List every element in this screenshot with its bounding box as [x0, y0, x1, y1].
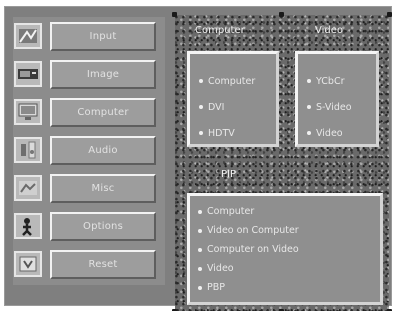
option-label: S-Video — [316, 101, 352, 113]
option-label: Video — [207, 263, 234, 274]
source-option-s-video[interactable]: S-Video — [307, 94, 376, 120]
source-option-video[interactable]: Video — [307, 120, 376, 146]
corner-marker — [279, 12, 284, 17]
bullet-icon — [307, 79, 311, 83]
image-button[interactable]: Image — [50, 59, 156, 89]
computer-source-box: Computer DVI HDTV — [187, 51, 279, 147]
video-heading: Video — [315, 25, 344, 36]
menu-item-audio[interactable]: Audio — [13, 133, 165, 167]
pip-option-pbp[interactable]: PBP — [198, 278, 380, 297]
pip-heading: PIP — [221, 169, 237, 180]
menu-item-reset[interactable]: Reset — [13, 247, 165, 281]
option-label: DVI — [208, 101, 225, 113]
menu-item-options[interactable]: Options — [13, 209, 165, 243]
osd-window: Input Image Computer Audio Misc Options … — [4, 6, 392, 311]
bullet-icon — [199, 131, 203, 135]
source-option-ycbcr[interactable]: YCbCr — [307, 68, 376, 94]
bullet-icon — [307, 105, 311, 109]
option-label: Video on Computer — [207, 225, 299, 236]
bullet-icon — [198, 228, 202, 233]
video-source-box: YCbCr S-Video Video — [295, 51, 379, 147]
bullet-icon — [198, 209, 202, 214]
source-option-computer[interactable]: Computer — [199, 68, 276, 94]
misc-button[interactable]: Misc — [50, 173, 156, 203]
audio-button[interactable]: Audio — [50, 135, 156, 165]
menu-item-input[interactable]: Input — [13, 19, 165, 53]
bullet-icon — [198, 247, 202, 252]
computer-heading: Computer — [195, 25, 245, 36]
bullet-icon — [199, 79, 203, 83]
source-option-dvi[interactable]: DVI — [199, 94, 276, 120]
pip-option-computer-on-video[interactable]: Computer on Video — [198, 240, 380, 259]
pip-option-video-on-computer[interactable]: Video on Computer — [198, 221, 380, 240]
bullet-icon — [199, 105, 203, 109]
input-icon — [14, 23, 42, 49]
pip-box: Computer Video on Computer Computer on V… — [187, 193, 383, 305]
image-icon — [14, 61, 42, 87]
menu-item-misc[interactable]: Misc — [13, 171, 165, 205]
options-button[interactable]: Options — [50, 211, 156, 241]
pip-option-video[interactable]: Video — [198, 259, 380, 278]
option-label: Computer — [208, 75, 256, 87]
reset-icon — [14, 251, 42, 277]
computer-icon — [14, 99, 42, 125]
bullet-icon — [307, 131, 311, 135]
option-label: Video — [316, 127, 343, 139]
input-button[interactable]: Input — [50, 21, 156, 51]
option-label: Computer — [207, 206, 255, 217]
misc-icon — [14, 175, 42, 201]
bullet-icon — [198, 266, 202, 271]
option-label: PBP — [207, 282, 225, 293]
source-panel: Computer Computer DVI HDTV Video YCbCr S… — [172, 12, 392, 311]
computer-button[interactable]: Computer — [50, 97, 156, 127]
main-menu: Input Image Computer Audio Misc Options … — [13, 17, 165, 285]
audio-icon — [14, 137, 42, 163]
source-option-hdtv[interactable]: HDTV — [199, 120, 276, 146]
bullet-icon — [198, 285, 202, 290]
option-label: HDTV — [208, 127, 235, 139]
menu-item-image[interactable]: Image — [13, 57, 165, 91]
option-label: Computer on Video — [207, 244, 299, 255]
reset-button[interactable]: Reset — [50, 249, 156, 279]
options-icon — [14, 213, 42, 239]
corner-marker — [387, 12, 392, 17]
menu-item-computer[interactable]: Computer — [13, 95, 165, 129]
pip-option-computer[interactable]: Computer — [198, 202, 380, 221]
option-label: YCbCr — [316, 75, 345, 87]
corner-marker — [172, 12, 177, 17]
